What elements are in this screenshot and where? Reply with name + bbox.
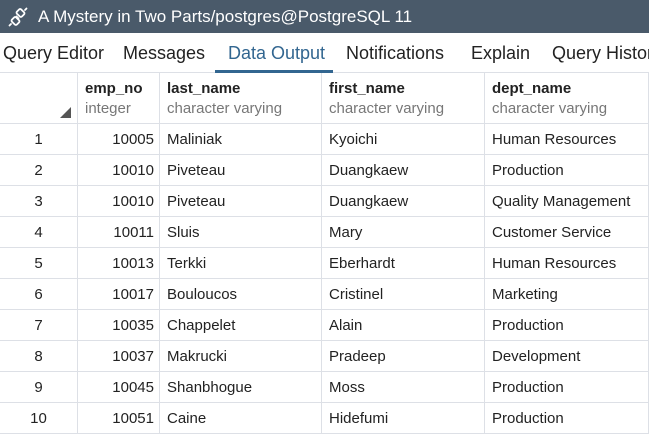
column-type: character varying — [492, 100, 608, 117]
connection-plug-icon[interactable] — [4, 0, 32, 33]
cell-dept-name[interactable]: Human Resources — [485, 124, 649, 155]
row-number[interactable]: 4 — [0, 217, 78, 248]
row-number[interactable]: 2 — [0, 155, 78, 186]
cell-last-name[interactable]: Maliniak — [160, 124, 322, 155]
cell-dept-name[interactable]: Production — [485, 310, 649, 341]
row-number[interactable]: 10 — [0, 403, 78, 434]
cell-dept-name[interactable]: Production — [485, 372, 649, 403]
cell-emp-no[interactable]: 10035 — [78, 310, 160, 341]
cell-last-name[interactable]: Terkki — [160, 248, 322, 279]
cell-first-name[interactable]: Moss — [322, 372, 485, 403]
tab-notifications[interactable]: Notifications — [346, 33, 444, 73]
table-row[interactable]: 7 10035 Chappelet Alain Production — [0, 310, 649, 341]
table-row[interactable]: 5 10013 Terkki Eberhardt Human Resources — [0, 248, 649, 279]
table-row[interactable]: 10 10051 Caine Hidefumi Production — [0, 403, 649, 434]
cell-last-name[interactable]: Piveteau — [160, 186, 322, 217]
cell-first-name[interactable]: Duangkaew — [322, 155, 485, 186]
table-row[interactable]: 8 10037 Makrucki Pradeep Development — [0, 341, 649, 372]
cell-first-name[interactable]: Eberhardt — [322, 248, 485, 279]
table-row[interactable]: 2 10010 Piveteau Duangkaew Production — [0, 155, 649, 186]
cell-emp-no[interactable]: 10010 — [78, 186, 160, 217]
cell-dept-name[interactable]: Human Resources — [485, 248, 649, 279]
cell-first-name[interactable]: Kyoichi — [322, 124, 485, 155]
column-type: integer — [85, 100, 131, 117]
tab-messages[interactable]: Messages — [123, 33, 205, 73]
tab-query-editor[interactable]: Query Editor — [3, 33, 104, 73]
column-name: last_name — [167, 80, 241, 97]
row-number[interactable]: 6 — [0, 279, 78, 310]
cell-first-name[interactable]: Duangkaew — [322, 186, 485, 217]
cell-last-name[interactable]: Piveteau — [160, 155, 322, 186]
column-header-emp-no[interactable]: emp_no integer — [78, 73, 160, 124]
tab-query-history[interactable]: Query Histor — [552, 33, 649, 73]
column-header-first-name[interactable]: first_name character varying — [322, 73, 485, 124]
cell-dept-name[interactable]: Production — [485, 155, 649, 186]
table-row[interactable]: 4 10011 Sluis Mary Customer Service — [0, 217, 649, 248]
column-name: emp_no — [85, 80, 143, 97]
tab-data-output[interactable]: Data Output — [228, 33, 325, 73]
cell-emp-no[interactable]: 10045 — [78, 372, 160, 403]
row-number[interactable]: 9 — [0, 372, 78, 403]
column-type: character varying — [167, 100, 283, 117]
cell-dept-name[interactable]: Development — [485, 341, 649, 372]
column-name: dept_name — [492, 80, 572, 97]
cell-dept-name[interactable]: Customer Service — [485, 217, 649, 248]
data-output-grid: emp_no integer last_name character varyi… — [0, 73, 649, 440]
column-name: first_name — [329, 80, 405, 97]
cell-dept-name[interactable]: Production — [485, 403, 649, 434]
cell-emp-no[interactable]: 10011 — [78, 217, 160, 248]
select-all-corner[interactable] — [0, 73, 78, 124]
cell-last-name[interactable]: Shanbhogue — [160, 372, 322, 403]
column-header-last-name[interactable]: last_name character varying — [160, 73, 322, 124]
cell-first-name[interactable]: Cristinel — [322, 279, 485, 310]
table-row[interactable]: 3 10010 Piveteau Duangkaew Quality Manag… — [0, 186, 649, 217]
cell-dept-name[interactable]: Marketing — [485, 279, 649, 310]
tab-explain[interactable]: Explain — [471, 33, 530, 73]
window-title: A Mystery in Two Parts/postgres@PostgreS… — [38, 6, 413, 26]
cell-first-name[interactable]: Alain — [322, 310, 485, 341]
table-row[interactable]: 6 10017 Bouloucos Cristinel Marketing — [0, 279, 649, 310]
cell-emp-no[interactable]: 10051 — [78, 403, 160, 434]
cell-first-name[interactable]: Pradeep — [322, 341, 485, 372]
cell-last-name[interactable]: Bouloucos — [160, 279, 322, 310]
row-number[interactable]: 8 — [0, 341, 78, 372]
select-all-triangle-icon — [60, 107, 71, 118]
row-number[interactable]: 5 — [0, 248, 78, 279]
cell-last-name[interactable]: Chappelet — [160, 310, 322, 341]
cell-emp-no[interactable]: 10037 — [78, 341, 160, 372]
cell-emp-no[interactable]: 10013 — [78, 248, 160, 279]
query-tool-window: A Mystery in Two Parts/postgres@PostgreS… — [0, 0, 649, 440]
column-type: character varying — [329, 100, 445, 117]
result-tabs: Query Editor Messages Data Output Notifi… — [0, 33, 649, 73]
cell-first-name[interactable]: Hidefumi — [322, 403, 485, 434]
column-header-dept-name[interactable]: dept_name character varying — [485, 73, 649, 124]
cell-last-name[interactable]: Sluis — [160, 217, 322, 248]
cell-emp-no[interactable]: 10010 — [78, 155, 160, 186]
table-row[interactable]: 1 10005 Maliniak Kyoichi Human Resources — [0, 124, 649, 155]
row-number[interactable]: 7 — [0, 310, 78, 341]
cell-emp-no[interactable]: 10017 — [78, 279, 160, 310]
row-number[interactable]: 1 — [0, 124, 78, 155]
cell-dept-name[interactable]: Quality Management — [485, 186, 649, 217]
cell-last-name[interactable]: Caine — [160, 403, 322, 434]
row-number[interactable]: 3 — [0, 186, 78, 217]
cell-first-name[interactable]: Mary — [322, 217, 485, 248]
cell-last-name[interactable]: Makrucki — [160, 341, 322, 372]
title-bar: A Mystery in Two Parts/postgres@PostgreS… — [0, 0, 649, 33]
cell-emp-no[interactable]: 10005 — [78, 124, 160, 155]
table-row[interactable]: 9 10045 Shanbhogue Moss Production — [0, 372, 649, 403]
